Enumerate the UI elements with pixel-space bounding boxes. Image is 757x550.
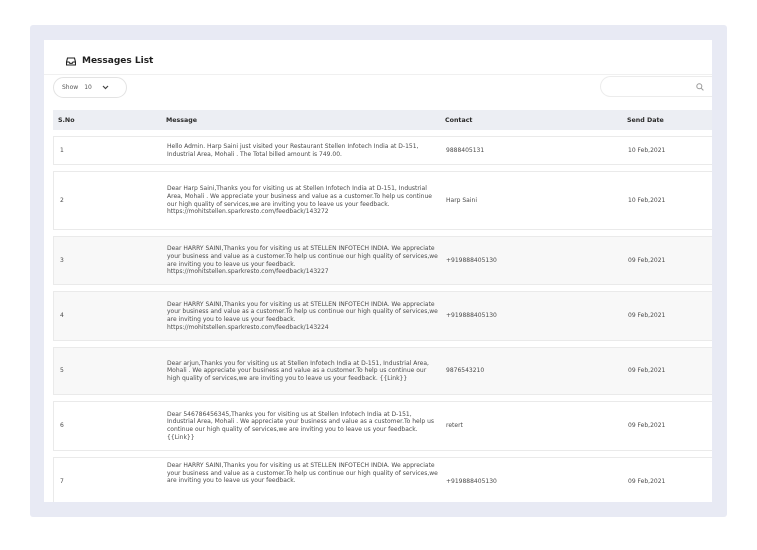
- inbox-icon: [66, 56, 76, 66]
- cell-contact: 9888405131: [446, 146, 485, 154]
- table-row: 6 Dear 546786456345,Thanks you for visit…: [53, 401, 712, 451]
- table-row: 3 Dear HARRY SAINI,Thanks you for visiti…: [53, 236, 712, 285]
- cell-message: Hello Admin. Harp Saini just visited you…: [167, 142, 419, 158]
- cell-message: Dear 546786456345,Thanks you for visitin…: [167, 410, 435, 441]
- cell-sno: 1: [60, 146, 64, 154]
- cell-message: Dear arjun,Thanks you for visiting us at…: [167, 359, 429, 382]
- header-message: Message: [166, 116, 198, 124]
- search-icon[interactable]: [696, 82, 704, 91]
- show-label: Show: [62, 84, 79, 91]
- cell-send-date: 10 Feb,2021: [628, 196, 666, 204]
- table-row: 7 Dear HARRY SAINI,Thanks you for visiti…: [53, 457, 712, 502]
- messages-list-card: Messages List Show 10 S.No Message Conta…: [44, 40, 712, 502]
- cell-sno: 4: [60, 312, 64, 320]
- header-send-date: Send Date: [627, 116, 664, 124]
- cell-send-date: 09 Feb,2021: [628, 312, 666, 320]
- cell-contact: +919888405130: [446, 478, 497, 485]
- table-row: 5 Dear arjun,Thanks you for visiting us …: [53, 347, 712, 395]
- search-input[interactable]: [600, 76, 712, 97]
- card-title-text: Messages List: [82, 56, 154, 66]
- cell-message: Dear HARRY SAINI,Thanks you for visiting…: [167, 245, 438, 276]
- cell-send-date: 10 Feb,2021: [628, 146, 666, 154]
- table-header: S.No Message Contact Send Date: [53, 110, 712, 130]
- cell-send-date: 09 Feb,2021: [628, 367, 666, 375]
- card-title: Messages List: [66, 54, 153, 68]
- cell-send-date: 09 Feb,2021: [628, 256, 666, 264]
- cell-sno: 2: [60, 196, 64, 204]
- cell-contact: Harp Saini: [446, 196, 477, 204]
- table-row: 2 Dear Harp Saini,Thanks you for visitin…: [53, 171, 712, 230]
- header-contact: Contact: [445, 116, 473, 124]
- cell-contact: 9876543210: [446, 367, 485, 375]
- cell-message: Dear HARRY SAINI,Thanks you for visiting…: [167, 300, 438, 331]
- table-row: 4 Dear HARRY SAINI,Thanks you for visiti…: [53, 291, 712, 341]
- cell-contact: retert: [446, 422, 463, 430]
- show-entries-select[interactable]: Show 10: [53, 77, 127, 98]
- messages-table: S.No Message Contact Send Date 1 Hello A…: [53, 110, 712, 502]
- chevron-down-icon: [102, 85, 109, 90]
- cell-sno: 3: [60, 256, 64, 264]
- cell-contact: +919888405130: [446, 312, 497, 320]
- header-sno: S.No: [58, 116, 75, 124]
- cell-sno: 6: [60, 422, 64, 430]
- show-value: 10: [84, 84, 92, 91]
- cell-sno: 5: [60, 367, 64, 375]
- cell-send-date: 09 Feb,2021: [628, 478, 666, 485]
- title-divider: [44, 74, 712, 75]
- table-row: 1 Hello Admin. Harp Saini just visited y…: [53, 136, 712, 165]
- cell-message: Dear Harp Saini,Thanks you for visiting …: [167, 185, 432, 216]
- cell-sno: 7: [60, 478, 64, 485]
- cell-contact: +919888405130: [446, 256, 497, 264]
- cell-send-date: 09 Feb,2021: [628, 422, 666, 430]
- cell-message: Dear HARRY SAINI,Thanks you for visiting…: [167, 462, 438, 485]
